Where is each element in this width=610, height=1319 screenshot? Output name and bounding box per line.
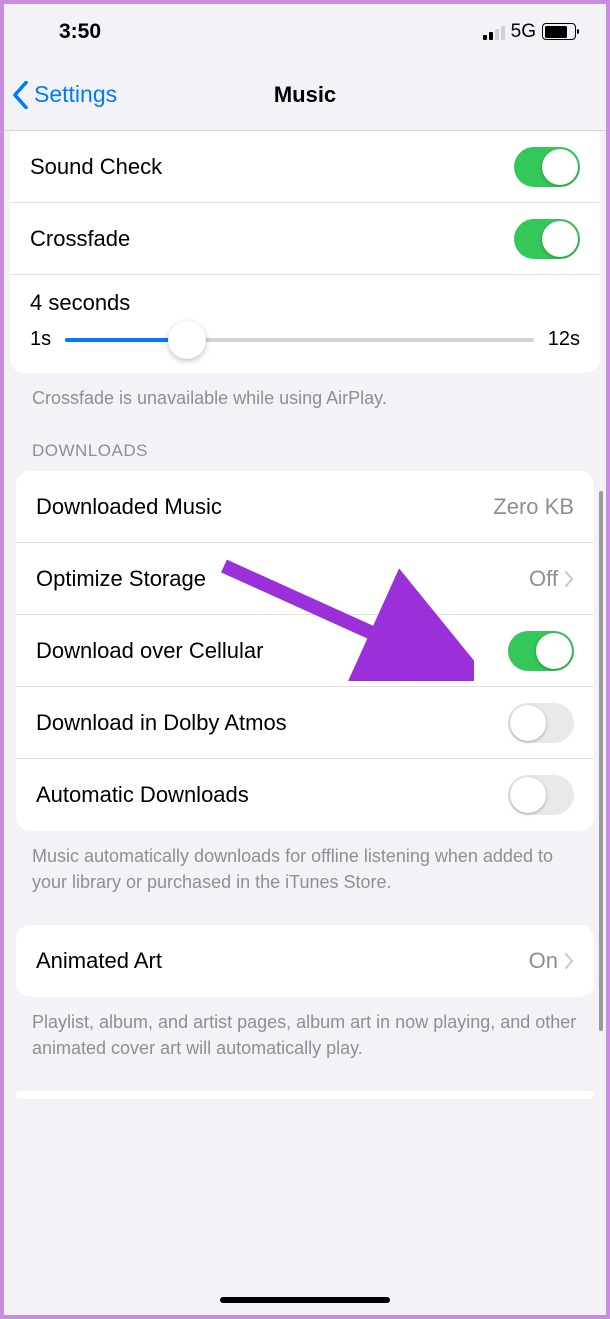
- optimize-storage-row[interactable]: Optimize Storage Off: [16, 543, 594, 615]
- slider-thumb[interactable]: [168, 321, 206, 359]
- downloaded-music-label: Downloaded Music: [36, 494, 222, 520]
- downloaded-music-value: Zero KB: [493, 494, 574, 520]
- scroll-indicator[interactable]: [599, 491, 603, 1031]
- animated-art-value: On: [529, 948, 558, 974]
- download-cellular-label: Download over Cellular: [36, 638, 263, 664]
- sound-check-label: Sound Check: [30, 154, 162, 180]
- navigation-bar: Settings Music: [4, 59, 606, 131]
- crossfade-slider[interactable]: [65, 338, 534, 342]
- signal-icon: [483, 24, 505, 40]
- downloads-header: Downloads: [4, 411, 606, 471]
- downloaded-music-row[interactable]: Downloaded Music Zero KB: [16, 471, 594, 543]
- crossfade-footer: Crossfade is unavailable while using Air…: [4, 373, 606, 411]
- status-time: 3:50: [59, 20, 101, 44]
- animated-art-label: Animated Art: [36, 948, 162, 974]
- phone-screen: 3:50 5G Settings Music Sound Check Cross…: [0, 0, 610, 1319]
- download-dolby-label: Download in Dolby Atmos: [36, 710, 287, 736]
- download-cellular-switch[interactable]: [508, 631, 574, 671]
- sound-check-switch[interactable]: [514, 147, 580, 187]
- crossfade-row: Crossfade: [10, 203, 600, 275]
- download-dolby-row: Download in Dolby Atmos: [16, 687, 594, 759]
- animated-art-footer: Playlist, album, and artist pages, album…: [4, 997, 606, 1061]
- crossfade-slider-row: 4 seconds 1s 12s: [10, 275, 600, 373]
- back-label: Settings: [34, 81, 117, 108]
- back-button[interactable]: Settings: [4, 81, 117, 109]
- page-title: Music: [274, 82, 336, 108]
- auto-downloads-switch[interactable]: [508, 775, 574, 815]
- playback-group: Sound Check Crossfade 4 seconds 1s 12s: [10, 131, 600, 373]
- status-bar: 3:50 5G: [4, 4, 606, 59]
- data-type-label: 5G: [511, 21, 536, 43]
- crossfade-switch[interactable]: [514, 219, 580, 259]
- optimize-storage-label: Optimize Storage: [36, 566, 206, 592]
- downloads-footer: Music automatically downloads for offlin…: [4, 831, 606, 895]
- home-indicator[interactable]: [220, 1297, 390, 1303]
- sound-check-row: Sound Check: [10, 131, 600, 203]
- download-cellular-row: Download over Cellular: [16, 615, 594, 687]
- animated-art-row[interactable]: Animated Art On: [16, 925, 594, 997]
- download-dolby-switch[interactable]: [508, 703, 574, 743]
- chevron-right-icon: [564, 953, 574, 969]
- downloads-group: Downloaded Music Zero KB Optimize Storag…: [16, 471, 594, 831]
- chevron-left-icon: [12, 81, 29, 109]
- next-group: [16, 1091, 594, 1099]
- optimize-storage-value: Off: [529, 566, 558, 592]
- slider-min-label: 1s: [30, 328, 51, 351]
- crossfade-label: Crossfade: [30, 226, 130, 252]
- slider-max-label: 12s: [548, 328, 580, 351]
- crossfade-duration-label: 4 seconds: [30, 290, 580, 316]
- chevron-right-icon: [564, 571, 574, 587]
- battery-icon: [542, 23, 576, 40]
- animated-art-group: Animated Art On: [16, 925, 594, 997]
- content-scroll[interactable]: Sound Check Crossfade 4 seconds 1s 12s: [4, 131, 606, 1315]
- auto-downloads-label: Automatic Downloads: [36, 782, 249, 808]
- auto-downloads-row: Automatic Downloads: [16, 759, 594, 831]
